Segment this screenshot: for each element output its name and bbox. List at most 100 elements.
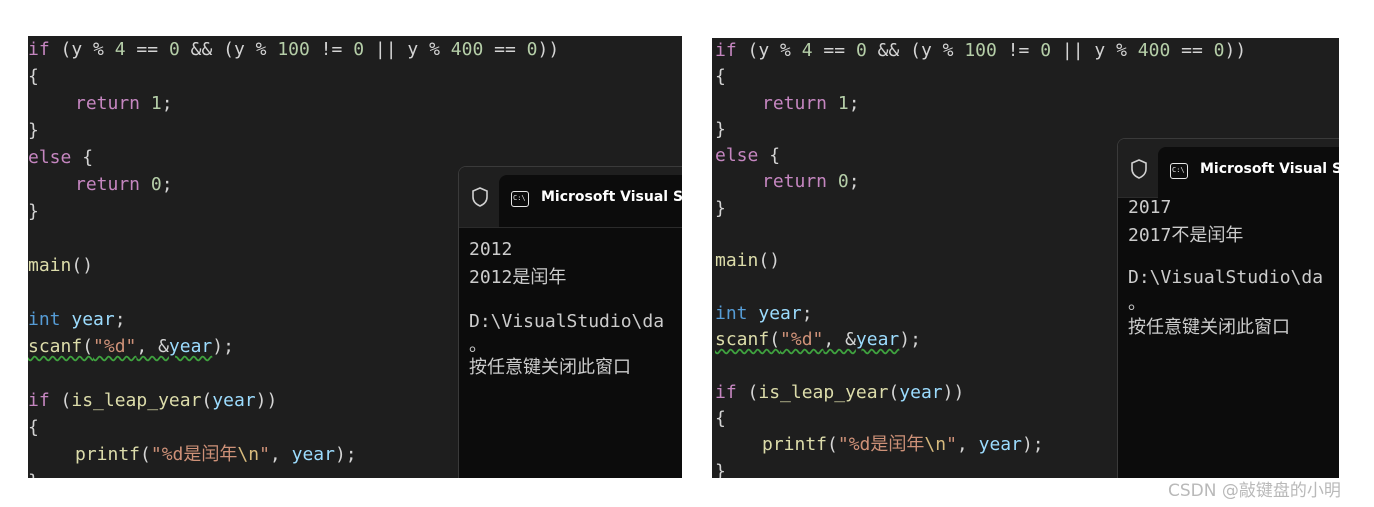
number-literal: 0 <box>1213 40 1225 61</box>
string-literal: " <box>259 444 270 465</box>
brace: { <box>715 408 726 430</box>
number-literal: 0 <box>526 39 538 60</box>
code-token: != <box>996 40 1041 61</box>
console-result-line: 2017不是闰年 <box>1128 225 1244 246</box>
variable: year <box>291 444 335 465</box>
brace: } <box>715 460 726 478</box>
console-prompt-line: 按任意键关闭此窗口 <box>1128 317 1290 338</box>
function-name: is_leap_year <box>71 390 202 411</box>
return-keyword: return <box>75 93 141 114</box>
code-token: , & <box>823 329 856 351</box>
code-token: )) <box>255 390 278 411</box>
code-token: ( <box>827 434 838 456</box>
number-literal: 100 <box>964 40 997 61</box>
code-line-brace-open: { <box>28 63 559 90</box>
console-tab-title: Microsoft Visual Studio <box>541 189 682 205</box>
code-token: ); <box>899 329 921 351</box>
code-token: == <box>812 40 856 61</box>
console-app-icon: C:\ <box>1170 163 1188 179</box>
console-tab-title: Microsoft Visual Studio <box>1200 161 1339 177</box>
string-literal: "%d是闰年 <box>150 444 238 465</box>
else-keyword: else <box>28 147 72 168</box>
code-token: % <box>780 40 791 61</box>
code-token: ; <box>114 309 126 330</box>
shield-icon <box>1131 159 1147 179</box>
code-token: == <box>1170 40 1214 61</box>
variable: year <box>978 434 1022 456</box>
code-token: ); <box>334 444 357 465</box>
right-screenshot-panel: if (y % 4 == 0 && (y % 100 != 0 || y % 4… <box>712 38 1339 478</box>
function-name: printf <box>762 434 828 456</box>
int-keyword: int <box>715 302 748 324</box>
code-token: , <box>269 444 292 465</box>
code-token: ( <box>82 336 94 357</box>
number-literal: 400 <box>450 39 484 60</box>
console-result-line: 2012是闰年 <box>469 267 567 288</box>
code-token: ; <box>161 93 173 114</box>
number-literal: 4 <box>801 40 813 61</box>
code-token: ( <box>769 329 781 351</box>
code-token: ( <box>49 390 72 411</box>
string-literal: " <box>946 434 957 456</box>
number-literal: 0 <box>353 39 365 60</box>
console-input-line: 2012 <box>469 239 513 260</box>
brace: { <box>28 66 39 87</box>
code-token: , & <box>136 336 169 357</box>
shield-icon <box>472 187 488 207</box>
number-literal: 0 <box>855 40 867 61</box>
return-keyword: return <box>762 171 828 193</box>
escape-sequence: \n <box>237 444 260 465</box>
brace: } <box>28 120 39 141</box>
number-literal: 400 <box>1137 40 1171 61</box>
number-literal: 0 <box>150 174 162 195</box>
code-token: )) <box>537 39 560 60</box>
code-token: == <box>483 39 527 60</box>
code-token: % <box>942 40 954 61</box>
return-keyword: return <box>762 92 828 114</box>
code-token: ( <box>888 381 900 403</box>
if-keyword: if <box>28 39 50 60</box>
string-literal: "%d" <box>780 329 824 351</box>
string-literal: "%d是闰年 <box>837 434 925 456</box>
brace: { <box>71 147 94 168</box>
else-keyword: else <box>715 145 759 167</box>
number-literal: 1 <box>837 92 849 114</box>
code-token: ; <box>801 302 813 324</box>
code-token: != <box>309 39 354 60</box>
escape-sequence: \n <box>924 434 947 456</box>
if-keyword: if <box>715 381 737 403</box>
console-window[interactable]: C:\ Microsoft Visual Studio 2017 2017不是闰… <box>1117 138 1339 478</box>
console-app-icon: C:\ <box>511 191 529 207</box>
brace: } <box>715 118 726 140</box>
variable: year <box>71 309 115 330</box>
code-token: () <box>758 250 781 272</box>
warning-squiggle: scanf("%d", &year <box>28 336 212 357</box>
number-literal: 0 <box>168 39 180 60</box>
function-name: scanf <box>28 336 83 357</box>
code-token: && (y <box>866 40 943 61</box>
brace: } <box>715 197 726 219</box>
console-titlebar[interactable]: C:\ Microsoft Visual Studio <box>459 167 682 228</box>
console-tab[interactable]: C:\ Microsoft Visual Studio <box>499 175 682 227</box>
console-window[interactable]: C:\ Microsoft Visual Studio 2012 2012是闰年… <box>458 166 682 478</box>
string-literal: "%d" <box>93 336 137 357</box>
code-line-if-condition: if (y % 4 == 0 && (y % 100 != 0 || y % 4… <box>28 36 559 63</box>
code-token: && (y <box>179 39 256 60</box>
variable: year <box>758 302 802 324</box>
code-token: % <box>1116 40 1127 61</box>
console-titlebar[interactable]: C:\ Microsoft Visual Studio <box>1118 139 1339 199</box>
function-name: main <box>28 255 72 276</box>
code-token: , <box>956 434 979 456</box>
code-line-if-condition: if (y % 4 == 0 && (y % 100 != 0 || y % 4… <box>715 38 1246 64</box>
watermark: CSDN @敲键盘的小明 <box>1168 481 1341 501</box>
console-tab[interactable]: C:\ Microsoft Visual Studio <box>1158 147 1339 199</box>
code-token: || y <box>364 39 430 60</box>
code-token: () <box>71 255 94 276</box>
brace: } <box>28 471 39 478</box>
variable: year <box>212 390 256 411</box>
variable: year <box>899 381 943 403</box>
code-token: ( <box>140 444 151 465</box>
